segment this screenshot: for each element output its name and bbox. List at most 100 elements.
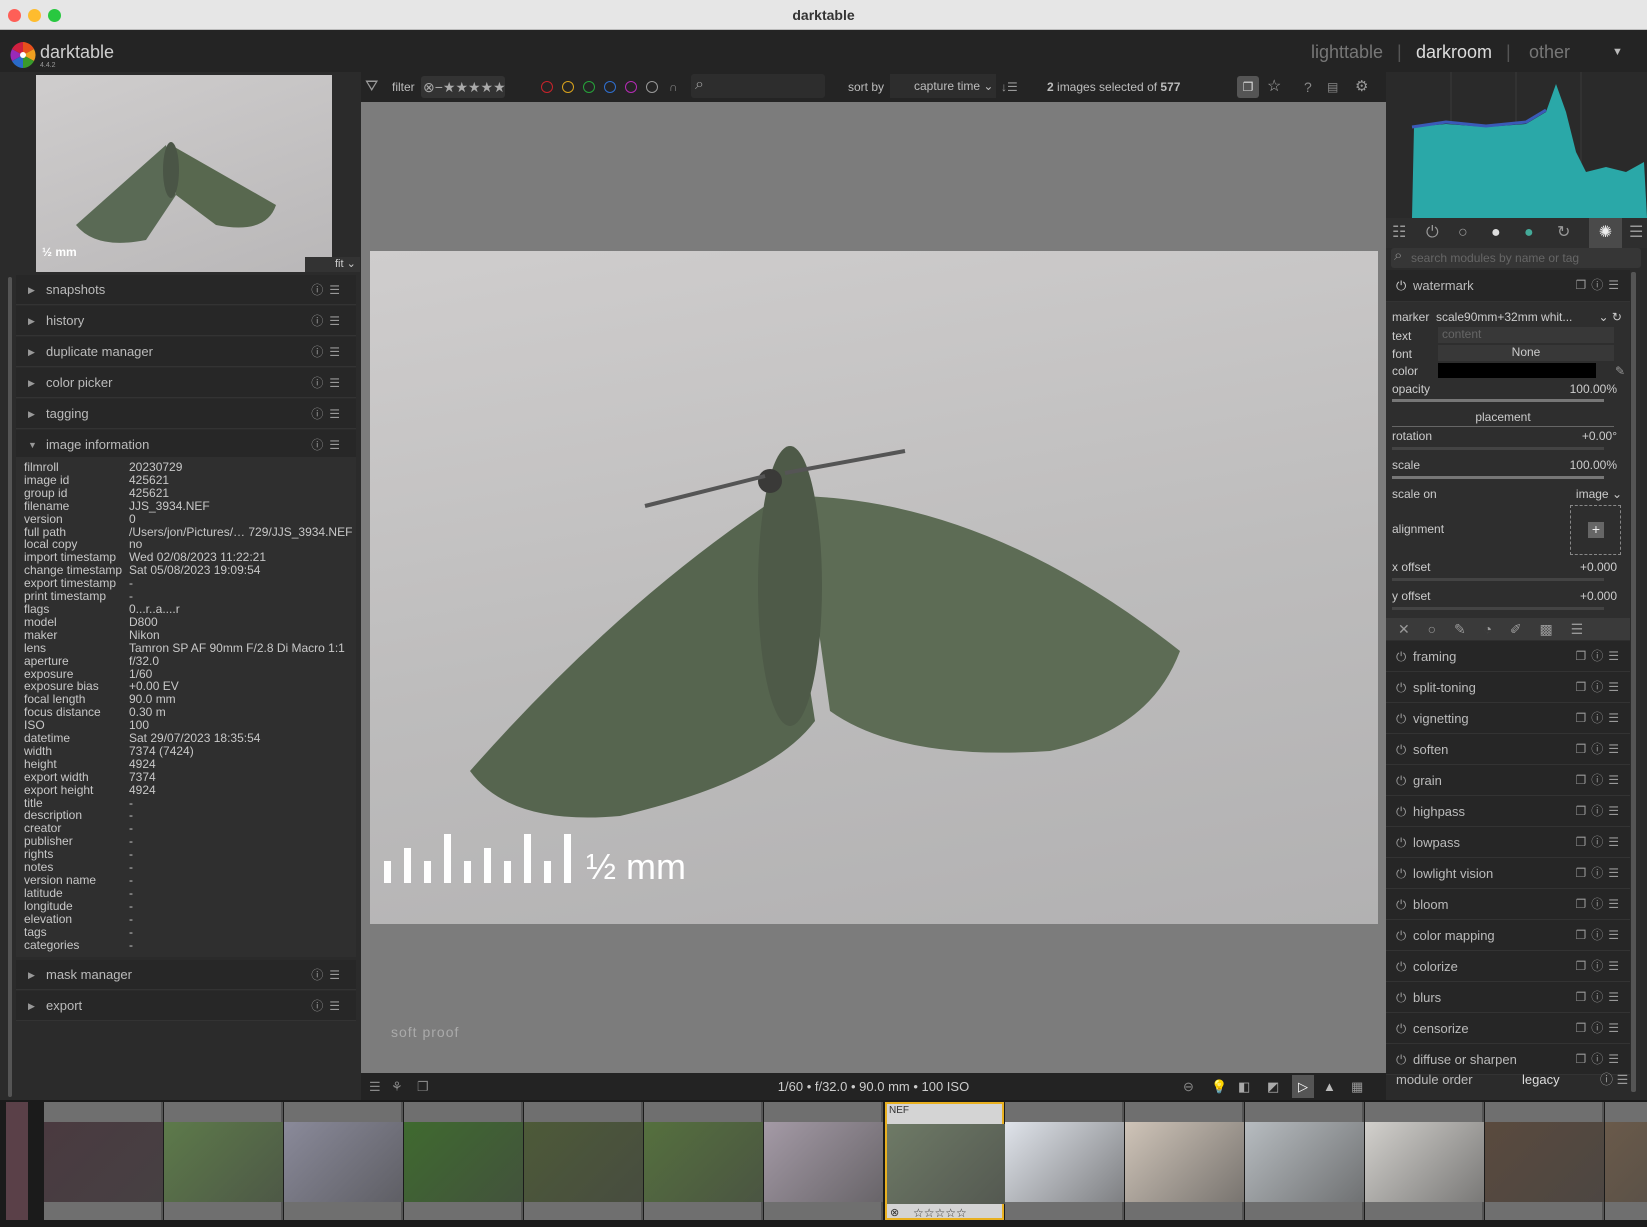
color-label-filter[interactable] [583, 81, 595, 93]
quick-access-tab-icon[interactable]: ☷ [1392, 218, 1406, 248]
power-icon[interactable]: ⏻ [1396, 796, 1406, 827]
module-soften[interactable]: ⏻ soften ❐ⓘ☰ [1386, 734, 1630, 765]
histogram[interactable] [1386, 72, 1647, 218]
power-icon[interactable]: ⏻ [1396, 1013, 1406, 1044]
power-icon[interactable]: ⏻ [1396, 270, 1406, 301]
module-tagging[interactable]: ▶ tagging ⓘ☰ [16, 399, 356, 429]
sort-select[interactable]: capture time ⌄ [890, 74, 996, 98]
x-offset-slider[interactable]: x offset +0.000 [1392, 560, 1617, 574]
color-assessment-icon[interactable]: 💡 [1211, 1073, 1227, 1100]
tone-modules-tab-icon[interactable]: ● [1491, 218, 1501, 248]
module-highpass[interactable]: ⏻ highpass ❐ⓘ☰ [1386, 796, 1630, 827]
view-darkroom[interactable]: darkroom [1416, 42, 1492, 63]
views-dropdown-icon[interactable]: ▼ [1612, 46, 1623, 58]
module-actions-icon[interactable]: ❐ⓘ☰ [1575, 703, 1624, 734]
alignment-grid[interactable]: + [1570, 505, 1621, 555]
power-icon[interactable]: ⏻ [1396, 765, 1406, 796]
color-label-filter[interactable] [604, 81, 616, 93]
soft-proof-icon[interactable]: ▷ [1292, 1075, 1314, 1098]
module-framing[interactable]: ⏻ framing ❐ⓘ☰ [1386, 641, 1630, 672]
module-duplicate-manager[interactable]: ▶ duplicate manager ⓘ☰ [16, 337, 356, 367]
module-actions-icon[interactable]: ❐ⓘ☰ [1575, 796, 1624, 827]
shortcuts-icon[interactable]: ▤ [1327, 72, 1338, 102]
view-other[interactable]: other [1529, 42, 1570, 63]
module-actions-icon[interactable]: ⓘ☰ [311, 337, 346, 367]
module-actions-icon[interactable]: ❐ⓘ☰ [1575, 951, 1624, 982]
color-label-filter[interactable] [562, 81, 574, 93]
filmstrip-thumb[interactable] [164, 1102, 283, 1220]
opacity-slider-track[interactable] [1392, 399, 1604, 402]
module-mask-manager[interactable]: ▶ mask manager ⓘ☰ [16, 960, 356, 990]
guides-icon[interactable]: ▦ [1351, 1073, 1363, 1100]
filmstrip-thumb[interactable] [404, 1102, 523, 1220]
module-actions-icon[interactable]: ⓘ☰ [311, 960, 346, 990]
filter-icon[interactable]: ⛛ [365, 72, 378, 102]
module-actions-icon[interactable]: ❐ⓘ☰ [1575, 858, 1624, 889]
power-icon[interactable]: ⏻ [1396, 827, 1406, 858]
minimize-window-button[interactable] [28, 9, 41, 22]
module-actions-icon[interactable]: ⓘ☰ [311, 368, 346, 398]
zoom-select[interactable]: fit ⌄ [305, 257, 360, 272]
color-picker-icon[interactable]: ✎ [1615, 364, 1625, 378]
focus-peaking-icon[interactable]: ⊖ [1183, 1073, 1194, 1100]
power-icon[interactable]: ⏻ [1396, 641, 1406, 672]
rating-filter[interactable]: ⊗−★★★★★ [421, 76, 506, 98]
sort-order-icon[interactable]: ↓☰ [1001, 72, 1018, 102]
filmstrip-thumb-selected[interactable]: NEF ☆☆☆☆☆ ⊗ [885, 1102, 1006, 1220]
grouping-icon[interactable]: ❐ [1237, 76, 1259, 98]
module-actions-icon[interactable]: ❐ⓘ☰ [1575, 734, 1624, 765]
active-modules-tab-icon[interactable]: ⏻ [1426, 218, 1439, 248]
power-icon[interactable]: ⏻ [1396, 920, 1406, 951]
base-modules-tab-icon[interactable]: ○ [1458, 218, 1468, 248]
font-select[interactable]: None [1438, 345, 1614, 361]
rotation-slider-track[interactable] [1392, 447, 1604, 450]
module-actions-icon[interactable]: ⓘ☰ [311, 399, 346, 429]
filmstrip-thumb[interactable] [44, 1102, 163, 1220]
filmstrip-thumb[interactable] [524, 1102, 643, 1220]
color-modules-tab-icon[interactable]: ● [1524, 218, 1534, 248]
module-image-information[interactable]: ▼ image information ⓘ☰ [16, 430, 356, 460]
filmstrip-thumb[interactable] [1485, 1102, 1604, 1220]
left-panel-scrollbar[interactable] [8, 277, 12, 1097]
module-actions-icon[interactable]: ❐ⓘ☰ [1575, 827, 1624, 858]
view-lighttable[interactable]: lighttable [1311, 42, 1383, 63]
module-actions-icon[interactable]: ❐ⓘ☰ [1575, 1013, 1624, 1044]
module-actions-icon[interactable]: ⓘ☰ [311, 991, 346, 1021]
filmstrip-thumb[interactable] [1245, 1102, 1364, 1220]
main-image[interactable]: ½ mm [370, 251, 1378, 924]
maximize-window-button[interactable] [48, 9, 61, 22]
module-export[interactable]: ▶ export ⓘ☰ [16, 991, 356, 1021]
scale-slider[interactable]: scale 100.00% [1392, 458, 1617, 472]
power-icon[interactable]: ⏻ [1396, 858, 1406, 889]
module-lowlight-vision[interactable]: ⏻ lowlight vision ❐ⓘ☰ [1386, 858, 1630, 889]
module-blurs[interactable]: ⏻ blurs ❐ⓘ☰ [1386, 982, 1630, 1013]
module-snapshots[interactable]: ▶ snapshots ⓘ☰ [16, 275, 356, 305]
text-input[interactable]: content [1438, 327, 1614, 343]
right-panel-scrollbar[interactable] [1631, 272, 1636, 1092]
star-icon[interactable]: ☆ [1267, 72, 1281, 102]
power-icon[interactable]: ⏻ [1396, 734, 1406, 765]
module-actions-icon[interactable]: ❐ⓘ☰ [1575, 672, 1624, 703]
opacity-slider[interactable]: opacity 100.00% [1392, 382, 1617, 396]
module-actions-icon[interactable]: ⓘ☰ [311, 275, 346, 305]
close-window-button[interactable] [8, 9, 21, 22]
rotation-slider[interactable]: rotation +0.00° [1392, 429, 1617, 443]
help-icon[interactable]: ? [1304, 72, 1312, 102]
power-icon[interactable]: ⏻ [1396, 703, 1406, 734]
filmstrip-thumb[interactable] [644, 1102, 763, 1220]
power-icon[interactable]: ⏻ [1396, 672, 1406, 703]
effects-modules-tab-icon[interactable]: ✺ [1589, 218, 1622, 248]
filmstrip-thumb[interactable] [284, 1102, 403, 1220]
clipping-icon[interactable]: ◩ [1267, 1073, 1279, 1100]
filmstrip-thumb[interactable] [1605, 1102, 1647, 1220]
scale-slider-track[interactable] [1392, 476, 1604, 479]
module-actions-icon[interactable]: ❐ⓘ☰ [1575, 641, 1624, 672]
filmstrip-thumb[interactable] [764, 1102, 883, 1220]
module-colorize[interactable]: ⏻ colorize ❐ⓘ☰ [1386, 951, 1630, 982]
correct-modules-tab-icon[interactable]: ↻ [1557, 218, 1570, 248]
power-icon[interactable]: ⏻ [1396, 951, 1406, 982]
color-label-filter[interactable] [541, 81, 553, 93]
color-swatch[interactable] [1438, 363, 1596, 378]
marker-select[interactable]: marker scale90mm+32mm whit... ⌄ ↻ [1392, 310, 1622, 324]
thumb-rating[interactable]: ☆☆☆☆☆ [913, 1206, 967, 1220]
